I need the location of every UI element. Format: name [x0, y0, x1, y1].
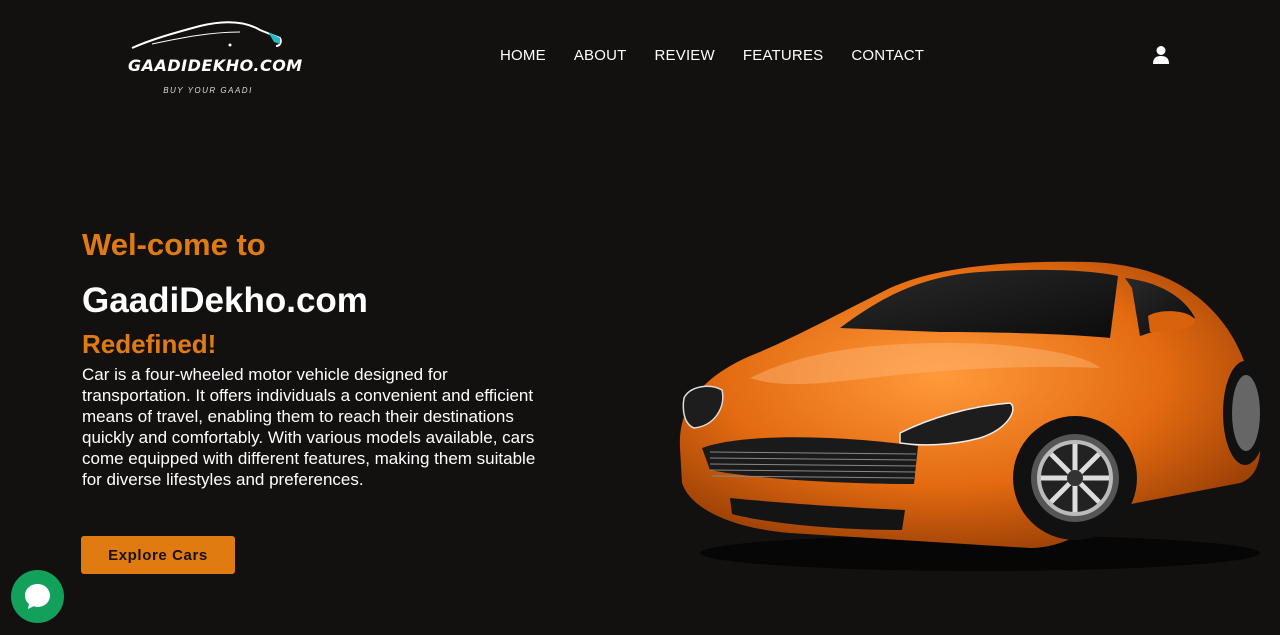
nav-review[interactable]: REVIEW: [655, 47, 715, 64]
hero-section: Wel-come to GaadiDekho.com Redefined! Ca…: [82, 226, 552, 507]
logo-tagline: BUY YOUR GAADI: [163, 86, 253, 95]
site-header: GAADIDEKHO.COM BUY YOUR GAADI HOME ABOUT…: [0, 0, 1280, 120]
chat-bubble-icon: [25, 584, 50, 609]
hero-car-image: [670, 248, 1270, 578]
main-nav: HOME ABOUT REVIEW FEATURES CONTACT: [500, 47, 952, 64]
logo-title: GAADIDEKHO.COM: [128, 56, 303, 75]
nav-about[interactable]: ABOUT: [574, 47, 627, 64]
user-icon[interactable]: [1152, 45, 1170, 65]
hero-welcome: Wel-come to: [82, 227, 266, 262]
hero-tagline: Redefined!: [82, 329, 217, 359]
site-logo[interactable]: GAADIDEKHO.COM BUY YOUR GAADI: [120, 14, 303, 104]
hero-description: Car is a four-wheeled motor vehicle desi…: [82, 365, 536, 489]
hero-brand: GaadiDekho.com: [82, 281, 368, 320]
explore-cars-button[interactable]: Explore Cars: [81, 536, 235, 574]
chat-button[interactable]: [11, 570, 64, 623]
nav-contact[interactable]: CONTACT: [851, 47, 924, 64]
nav-home[interactable]: HOME: [500, 47, 546, 64]
car-silhouette-icon: [131, 21, 282, 49]
nav-features[interactable]: FEATURES: [743, 47, 824, 64]
